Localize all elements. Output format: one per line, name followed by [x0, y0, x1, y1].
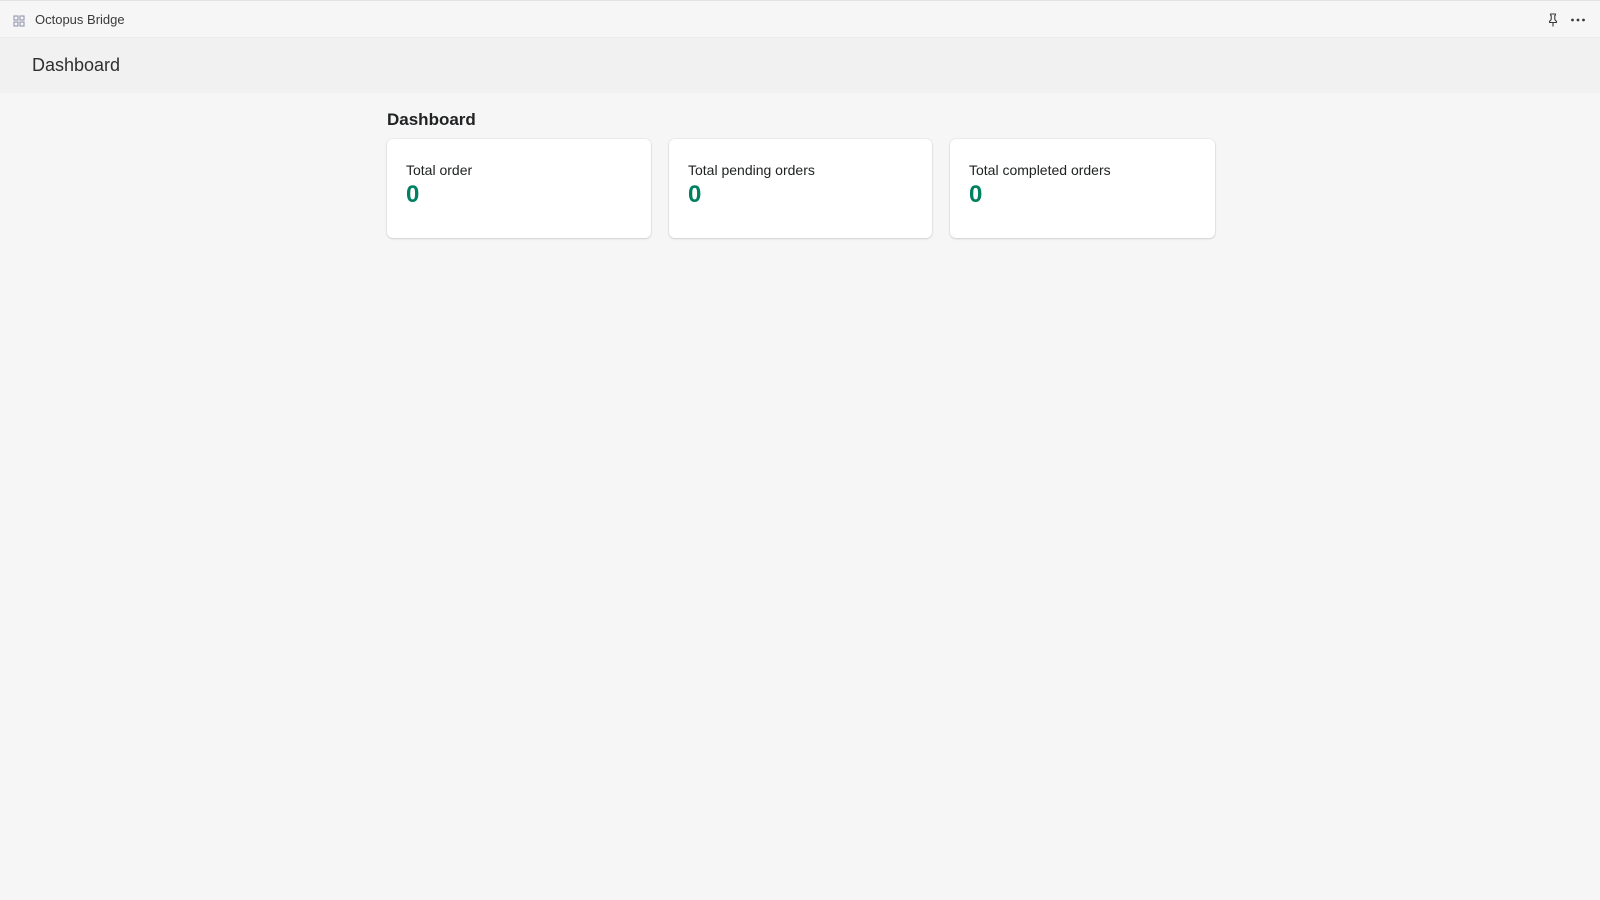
- card-value: 0: [969, 181, 983, 208]
- total-completed-orders-card: Total completed orders 0: [950, 139, 1215, 238]
- section-title: Dashboard: [387, 110, 476, 129]
- card-value: 0: [406, 181, 420, 208]
- page-header: Dashboard: [0, 38, 1600, 93]
- more-actions-icon[interactable]: [1569, 12, 1587, 28]
- app-grid-icon: [13, 14, 25, 27]
- card-label: Total order: [406, 162, 473, 178]
- card-label: Total completed orders: [969, 162, 1111, 178]
- page-header-title: Dashboard: [32, 55, 121, 75]
- total-pending-orders-card: Total pending orders 0: [669, 139, 932, 238]
- pin-icon[interactable]: [1545, 12, 1561, 28]
- card-value: 0: [688, 181, 702, 208]
- app-title: Octopus Bridge: [35, 12, 125, 27]
- card-label: Total pending orders: [688, 162, 815, 178]
- title-bar: Octopus Bridge: [0, 0, 1600, 38]
- total-order-card: Total order 0: [387, 139, 651, 238]
